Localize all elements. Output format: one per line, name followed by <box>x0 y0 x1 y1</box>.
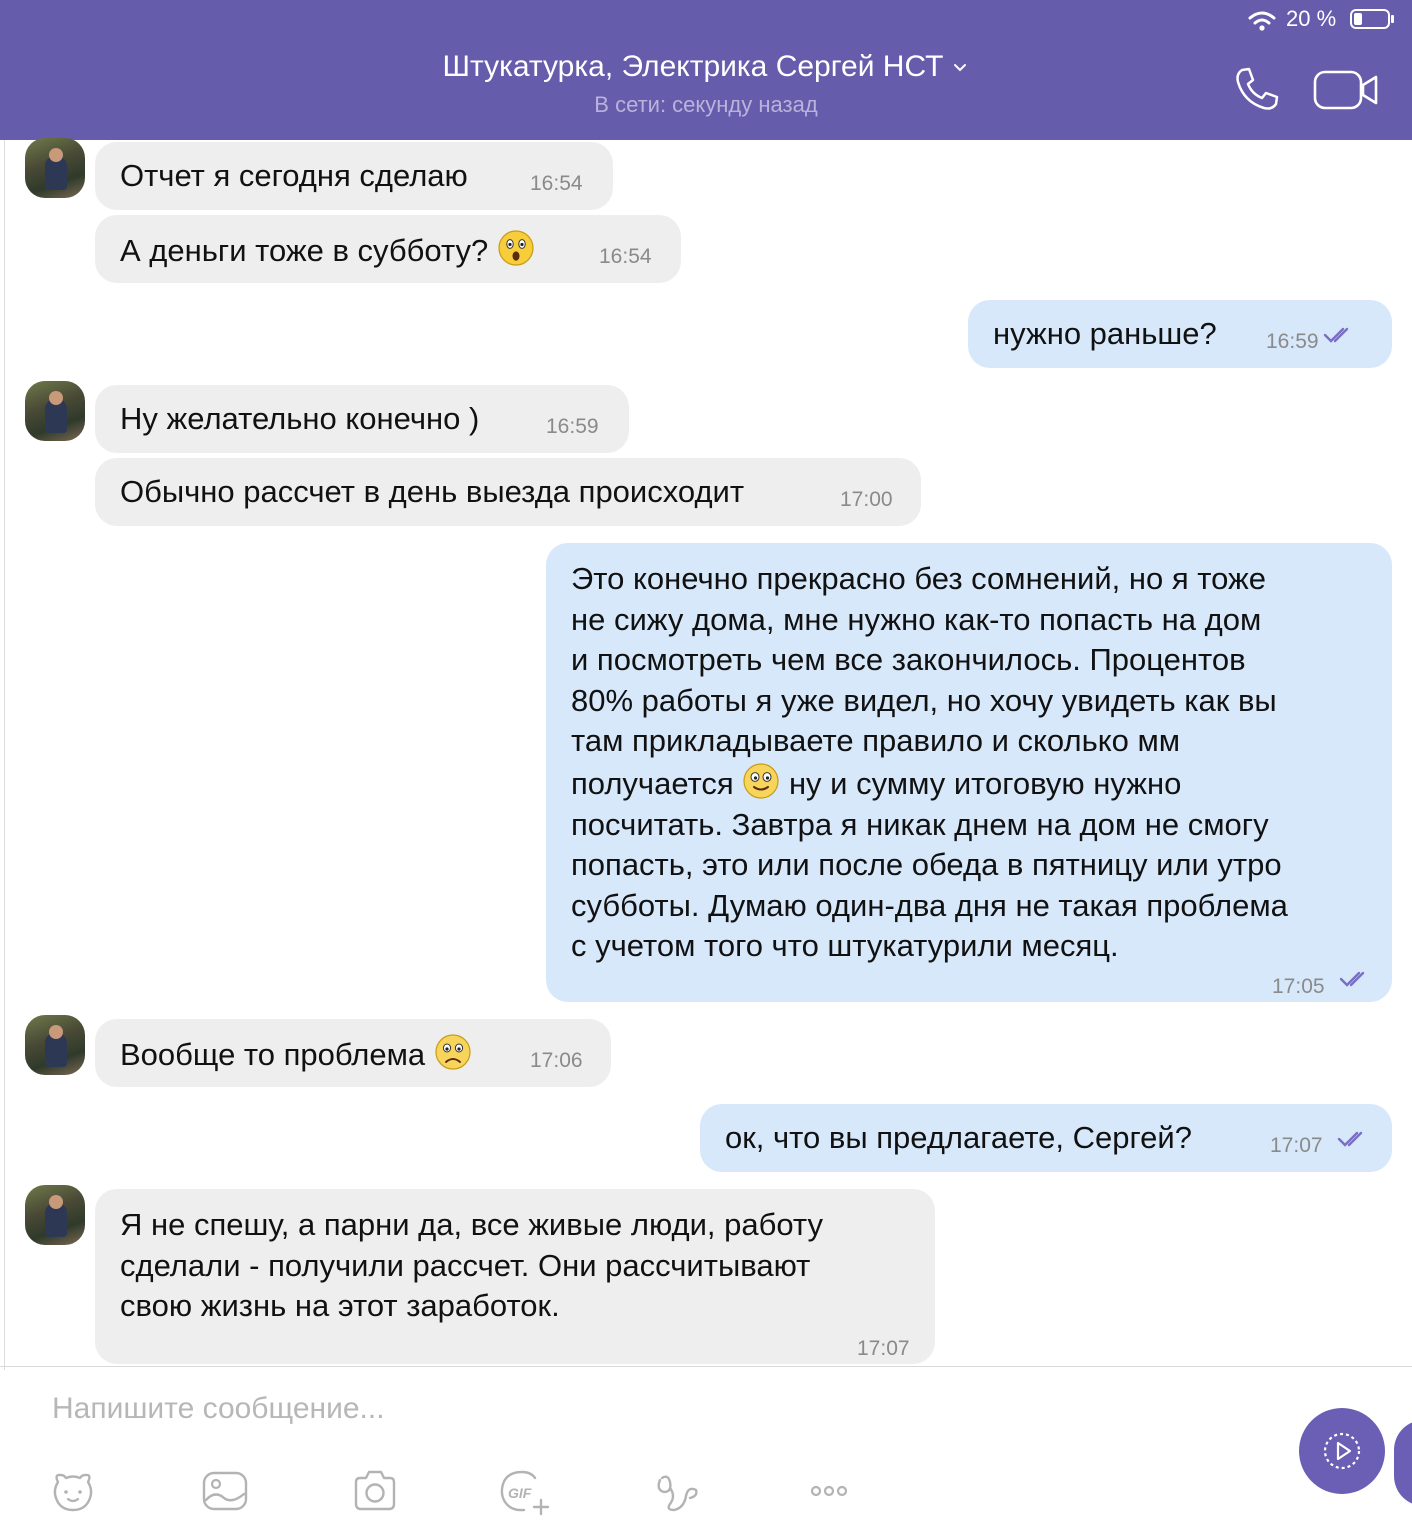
message-text: А деньги тоже в субботу? <box>120 229 535 271</box>
message-text: ок, что вы предлагаете, Сергей? <box>725 1120 1192 1155</box>
message-time: 16:54 <box>599 245 652 268</box>
message-incoming[interactable]: Я не спешу, а парни да, все живые люди, … <box>95 1189 935 1364</box>
message-line: с учетом того что штукатурили месяц. <box>571 928 1119 964</box>
sticker-icon[interactable] <box>48 1466 98 1516</box>
contact-avatar[interactable] <box>25 138 85 198</box>
message-line: сделали - получили рассчет. Они рассчиты… <box>120 1247 811 1283</box>
message-line: попасть, это или после обеда в пятницу и… <box>571 847 1282 883</box>
message-text: нужно раньше? <box>993 316 1217 351</box>
send-button[interactable] <box>1299 1408 1385 1494</box>
contact-avatar[interactable] <box>25 1185 85 1245</box>
message-outgoing[interactable]: Это конечно прекрасно без сомнений, но я… <box>546 543 1392 1002</box>
side-panel-handle[interactable] <box>1394 1420 1412 1506</box>
input-divider <box>0 1366 1412 1367</box>
message-text: Отчет я сегодня сделаю <box>120 158 468 193</box>
read-receipt-icon <box>1323 327 1349 343</box>
online-status: В сети: секунду назад <box>594 92 818 117</box>
message-line: получается <box>571 765 734 801</box>
message-outgoing[interactable]: ок, что вы предлагаете, Сергей? 17:07 <box>700 1104 1392 1172</box>
message-text-content: Вообще то проблема <box>120 1037 426 1072</box>
message-outgoing[interactable]: нужно раньше? 16:59 <box>968 300 1392 368</box>
message-text: Это конечно прекрасно без сомнений, но я… <box>571 559 1288 967</box>
message-line: там прикладываете правило и сколько мм <box>571 723 1181 759</box>
message-incoming[interactable]: Отчет я сегодня сделаю 16:54 <box>95 142 613 210</box>
read-receipt-icon <box>1337 1131 1363 1147</box>
wifi-icon <box>1248 11 1276 31</box>
message-incoming[interactable]: Обычно рассчет в день выезда происходит … <box>95 458 921 526</box>
battery-icon <box>1350 9 1394 29</box>
message-line: субботы. Думаю один-два дня не такая про… <box>571 887 1288 923</box>
message-time: 16:59 <box>1266 330 1319 353</box>
message-time: 17:05 <box>1272 975 1325 998</box>
message-input[interactable]: Напишите сообщение... <box>52 1392 385 1426</box>
message-line: не сижу дома, мне нужно как-то попасть н… <box>571 601 1262 637</box>
message-incoming[interactable]: Вообще то проблема 17:06 <box>95 1019 611 1087</box>
battery-percent: 20 % <box>1286 6 1337 31</box>
contact-avatar[interactable] <box>25 1015 85 1075</box>
message-line: Я не спешу, а парни да, все живые люди, … <box>120 1207 823 1242</box>
message-line: ну и сумму итоговую нужно <box>788 765 1182 801</box>
message-time: 17:00 <box>840 488 893 511</box>
contact-avatar[interactable] <box>25 381 85 441</box>
message-text: Вообще то проблема <box>120 1033 472 1075</box>
gif-label: GIF <box>508 1485 532 1501</box>
message-line: и посмотреть чем все закончилось. Процен… <box>571 642 1246 678</box>
chat-title-text[interactable]: Штукатурка, Электрика Сергей НСТ <box>443 50 944 83</box>
doodle-icon[interactable] <box>652 1466 702 1516</box>
message-time: 16:54 <box>530 172 583 195</box>
message-text: Ну желательно конечно ) <box>120 401 480 436</box>
astonished-face-emoji <box>498 230 534 266</box>
message-line: 80% работы я уже видел, но хочу увидеть … <box>571 682 1277 718</box>
message-incoming[interactable]: Ну желательно конечно ) 16:59 <box>95 385 629 453</box>
phone-icon[interactable] <box>1232 64 1282 114</box>
message-time: 17:07 <box>857 1337 910 1360</box>
chevron-down-icon[interactable] <box>951 59 969 77</box>
message-time: 17:06 <box>530 1049 583 1072</box>
message-text: Я не спешу, а парни да, все живые люди, … <box>120 1205 823 1327</box>
message-time: 17:07 <box>1270 1134 1323 1157</box>
video-camera-icon[interactable] <box>1312 68 1380 112</box>
message-line: Это конечно прекрасно без сомнений, но я… <box>571 561 1267 596</box>
gif-icon[interactable]: GIF <box>497 1466 551 1516</box>
message-text: Обычно рассчет в день выезда происходит <box>120 474 745 509</box>
message-text-content: А деньги тоже в субботу? <box>120 233 489 268</box>
frowning-face-emoji <box>435 1034 471 1070</box>
message-incoming[interactable]: А деньги тоже в субботу? 16:54 <box>95 215 681 283</box>
more-icon[interactable] <box>804 1466 854 1516</box>
chat-title[interactable]: Штукатурка, Электрика Сергей НСТ <box>0 50 1412 84</box>
play-icon <box>1323 1432 1361 1470</box>
read-receipt-icon <box>1339 971 1365 987</box>
message-line: посчитать. Завтра я никак днем на дом не… <box>571 806 1269 842</box>
message-line: свою жизнь на этот заработок. <box>120 1288 560 1324</box>
camera-icon[interactable] <box>350 1466 400 1516</box>
chat-header: 20 % Штукатурка, Электрика Сергей НСТ В … <box>0 0 1412 140</box>
message-time: 16:59 <box>546 415 599 438</box>
gallery-icon[interactable] <box>200 1466 250 1516</box>
slightly-smiling-face-emoji <box>743 763 779 799</box>
